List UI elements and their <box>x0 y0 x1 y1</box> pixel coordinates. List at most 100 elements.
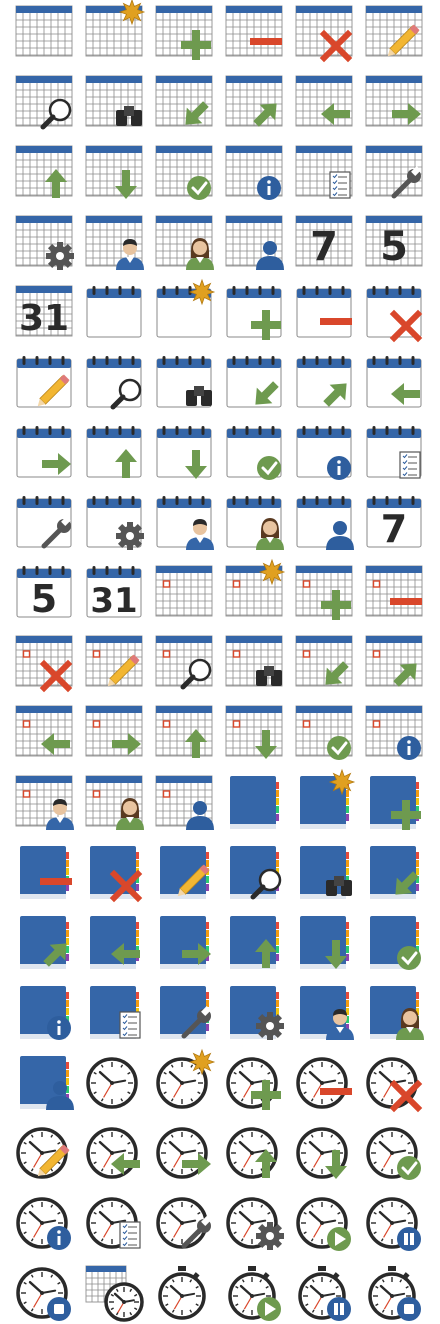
calendar-grid-icon <box>365 75 423 127</box>
address-book-icon <box>90 846 143 903</box>
calendar-ring-icon <box>16 496 72 549</box>
calendar-grid-icon <box>155 75 213 127</box>
check-icon <box>327 736 351 760</box>
calendar-grid-icon <box>225 215 284 270</box>
minus-icon <box>40 878 72 885</box>
calendar-ring-icon <box>16 356 72 408</box>
calendar-ring-icon <box>156 496 214 550</box>
calendar-grid-icon <box>155 5 213 60</box>
calendar-grid-day-icon <box>295 565 353 620</box>
clock-icon <box>86 1057 138 1109</box>
calendar-grid-icon <box>295 75 353 127</box>
calendar-ring-icon <box>226 426 282 480</box>
calendar-grid-icon <box>155 215 214 270</box>
clock-icon <box>16 1267 71 1321</box>
calendar-ring-icon <box>366 286 423 343</box>
clock-icon <box>156 1197 211 1249</box>
calendar-grid-day-icon <box>295 705 353 760</box>
address-book-icon <box>230 986 284 1040</box>
calendar-grid-day-icon <box>15 705 73 757</box>
calendar-ring-icon <box>226 496 284 550</box>
calendar-ring-icon <box>156 278 216 338</box>
calendar-grid-icon <box>295 145 353 199</box>
calendar-ring-icon <box>86 356 142 410</box>
address-book-icon <box>20 1056 74 1110</box>
star-icon <box>258 558 286 586</box>
calendar-day-number: 31 <box>90 581 137 621</box>
calendar-grid-day-icon <box>225 558 286 617</box>
calendar-grid-day-icon <box>295 635 353 687</box>
clock-icon <box>86 1197 141 1249</box>
clock-icon <box>296 1057 352 1109</box>
calendar-grid-day-icon <box>155 635 213 690</box>
calendar-grid-icon <box>225 5 283 57</box>
gear-icon <box>116 522 144 550</box>
calendar-grid-day-icon <box>155 705 213 758</box>
check-icon <box>397 946 421 970</box>
calendar-grid-icon <box>155 145 213 200</box>
check-icon <box>257 456 281 480</box>
clock-icon <box>16 1127 70 1179</box>
address-book-icon <box>370 916 421 970</box>
calendar-grid-icon <box>15 145 73 198</box>
calendar-ring-icon <box>226 356 282 408</box>
info-icon <box>327 456 351 480</box>
address-book-icon <box>370 776 421 830</box>
address-book-icon <box>20 986 71 1040</box>
calendar-grid-day-icon <box>365 565 423 617</box>
address-book-icon <box>160 916 211 969</box>
calendar-grid-day-icon <box>15 635 73 693</box>
address-book-icon <box>230 916 279 969</box>
minus-icon <box>320 318 352 325</box>
calendar-ring-icon <box>86 286 142 338</box>
address-book-icon <box>300 768 356 829</box>
clock-icon <box>296 1127 348 1179</box>
calendar-grid-icon <box>295 5 353 63</box>
clock-icon <box>226 1197 284 1250</box>
calendar-day-number: 7 <box>381 507 407 551</box>
stopwatch-icon <box>368 1266 421 1321</box>
calendar-ring-number-icon: 7 <box>366 496 422 551</box>
play-icon <box>327 1227 351 1251</box>
address-book-icon <box>300 986 354 1040</box>
calendar-grid-day-icon <box>225 705 283 759</box>
address-book-icon <box>20 916 69 969</box>
calendar-grid-icon <box>15 215 74 270</box>
calendar-ring-icon <box>366 426 422 479</box>
address-book-icon <box>370 986 424 1040</box>
info-icon <box>47 1226 71 1250</box>
calendar-grid-day-icon <box>85 635 143 687</box>
gear-icon <box>46 242 74 270</box>
gear-icon <box>256 1222 284 1250</box>
minus-icon <box>320 1088 352 1095</box>
calendar-grid-day-icon <box>225 635 283 687</box>
clock-icon <box>16 1197 71 1250</box>
clock-icon <box>296 1197 351 1251</box>
calendar-ring-icon <box>86 496 144 550</box>
calendar-day-number: 31 <box>19 298 69 339</box>
pause-icon <box>327 1297 351 1321</box>
clock-icon <box>156 1048 216 1109</box>
calendar-grid-day-icon <box>15 775 74 830</box>
address-book-icon <box>160 986 211 1039</box>
address-book-icon <box>90 916 140 969</box>
calendar-ring-icon <box>296 426 352 480</box>
calendar-grid-icon <box>85 145 143 199</box>
calendar-grid-icon <box>15 75 73 130</box>
info-icon <box>47 1016 71 1040</box>
calendar-grid-day-icon <box>365 635 423 687</box>
calendar-grid-icon <box>365 145 423 199</box>
clock-icon <box>226 1057 281 1110</box>
calendar-ring-icon <box>296 496 354 550</box>
calendar-ring-number-icon: 5 <box>16 566 72 621</box>
clock-icon <box>156 1127 211 1179</box>
star-icon <box>188 278 216 306</box>
info-icon <box>397 736 421 760</box>
gear-icon <box>256 1012 284 1040</box>
address-book-icon <box>90 986 141 1039</box>
stopwatch-icon <box>228 1266 281 1321</box>
calendar-grid-day-icon <box>155 565 213 617</box>
checklist-icon <box>329 171 351 199</box>
minus-icon <box>390 598 422 605</box>
calendar-grid-icon <box>15 5 73 57</box>
